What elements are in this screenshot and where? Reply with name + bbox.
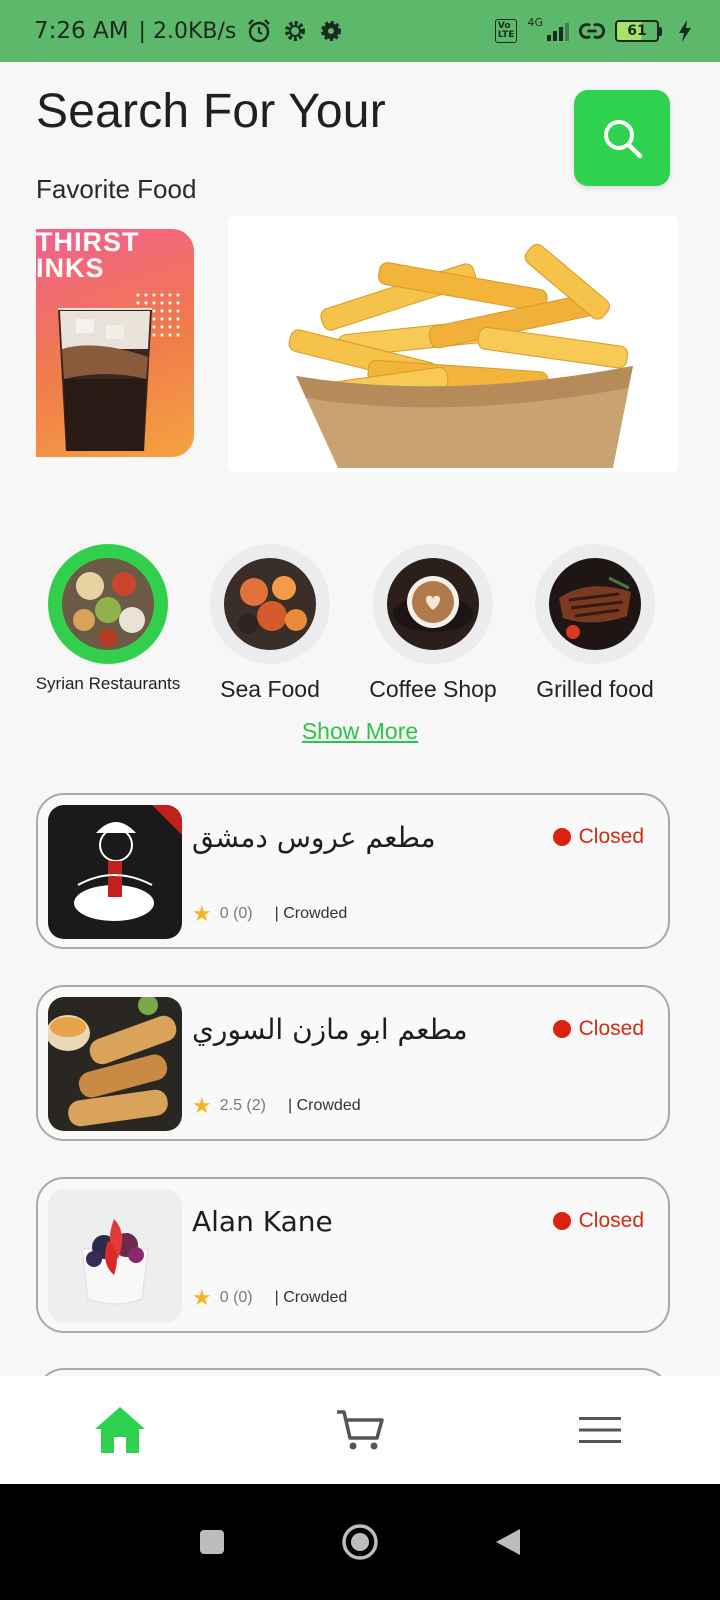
restaurant-card[interactable]: مطعم ابو مازن السوري Closed ★ 2.5 (2) | …: [36, 985, 670, 1141]
restaurant-meta: ★ 0 (0) | Crowded: [192, 1285, 347, 1311]
search-icon: [604, 120, 643, 159]
star-icon: ★: [192, 1093, 212, 1118]
star-icon: ★: [192, 1285, 212, 1310]
iced-coffee-image: [58, 308, 152, 451]
category-grilled-food[interactable]: Grilled food: [520, 544, 670, 703]
signal-icon: [547, 21, 569, 41]
home-circle-icon[interactable]: [341, 1523, 379, 1561]
settings-icon: [318, 18, 344, 44]
restaurant-photo: [48, 1189, 182, 1323]
bottom-nav: [0, 1376, 720, 1484]
charging-icon: [672, 18, 698, 44]
restaurant-card[interactable]: مطعم عروس دمشق Closed ★ 0 (0) | Crowded: [36, 793, 670, 949]
category-ring: [210, 544, 330, 664]
nav-home[interactable]: [80, 1395, 160, 1465]
restaurant-name: مطعم ابو مازن السوري: [192, 1013, 468, 1046]
status-text: Closed: [578, 1209, 644, 1232]
rating-text: 0 (0): [219, 1289, 253, 1306]
page-title: Search For Your: [36, 85, 386, 138]
rating-text: 2.5 (2): [219, 1097, 266, 1114]
nav-menu[interactable]: [560, 1395, 640, 1465]
home-icon: [95, 1407, 145, 1453]
mezze-platter-image: [62, 558, 154, 650]
status-badge: Closed: [552, 1017, 644, 1041]
category-label: Sea Food: [220, 676, 320, 702]
crowd-text: | Crowded: [274, 1289, 348, 1306]
category-syrian-restaurants[interactable]: Syrian Restaurants: [33, 544, 183, 694]
closed-dot-icon: [552, 828, 571, 846]
rating-text: 0 (0): [219, 905, 253, 922]
network-type: 4G: [527, 16, 543, 29]
back-triangle-icon[interactable]: [494, 1527, 522, 1557]
category-label: Grilled food: [536, 676, 654, 702]
category-ring: [48, 544, 168, 664]
status-badge: Closed: [552, 825, 644, 849]
system-nav-bar: [0, 1484, 720, 1600]
promo-banner-drinks[interactable]: THIRST INKS: [36, 229, 194, 457]
status-text: Closed: [578, 1017, 644, 1040]
network-speed: | 2.0KB/s: [138, 18, 237, 44]
recents-square-icon[interactable]: [198, 1528, 226, 1556]
restaurant-meta: ★ 2.5 (2) | Crowded: [192, 1093, 361, 1119]
closed-dot-icon: [552, 1020, 571, 1038]
star-icon: ★: [192, 901, 212, 926]
battery-level: 61: [615, 20, 659, 42]
alarm-icon: [246, 18, 272, 44]
category-ring: [373, 544, 493, 664]
category-coffee-shop[interactable]: Coffee Shop: [358, 544, 508, 703]
category-ring: [535, 544, 655, 664]
show-more-link[interactable]: Show More: [0, 718, 720, 745]
promo-banner-fries[interactable]: [228, 216, 678, 472]
restaurant-name: Alan Kane: [192, 1205, 333, 1238]
cart-icon: [337, 1410, 384, 1450]
nav-cart[interactable]: [320, 1395, 400, 1465]
status-badge: Closed: [552, 1209, 644, 1233]
search-button[interactable]: [574, 90, 670, 186]
closed-dot-icon: [552, 1212, 571, 1230]
category-label: Syrian Restaurants: [35, 674, 181, 693]
status-text: Closed: [578, 825, 644, 848]
restaurant-photo: [48, 997, 182, 1131]
category-label: Coffee Shop: [369, 676, 497, 702]
status-time: 7:26 AM: [34, 18, 129, 44]
battery-icon: 61: [615, 20, 662, 42]
coffee-cup-image: [387, 558, 479, 650]
crowd-text: | Crowded: [274, 905, 348, 922]
status-bar: 7:26 AM | 2.0KB/s Vo LTE 4G 61: [0, 0, 720, 62]
restaurant-name: مطعم عروس دمشق: [192, 821, 436, 854]
menu-icon: [579, 1417, 621, 1443]
seafood-image: [224, 558, 316, 650]
grilled-steak-image: [549, 558, 641, 650]
settings-gear-icon: [282, 18, 308, 44]
restaurant-card[interactable]: Alan Kane Closed ★ 0 (0) | Crowded: [36, 1177, 670, 1333]
volte-icon: Vo LTE: [494, 19, 518, 43]
french-fries-image: [288, 243, 633, 468]
restaurant-meta: ★ 0 (0) | Crowded: [192, 901, 347, 927]
link-icon: [579, 18, 605, 44]
crowd-text: | Crowded: [287, 1097, 361, 1114]
page-subtitle: Favorite Food: [36, 174, 197, 204]
category-sea-food[interactable]: Sea Food: [195, 544, 345, 703]
restaurant-logo: [48, 805, 182, 939]
